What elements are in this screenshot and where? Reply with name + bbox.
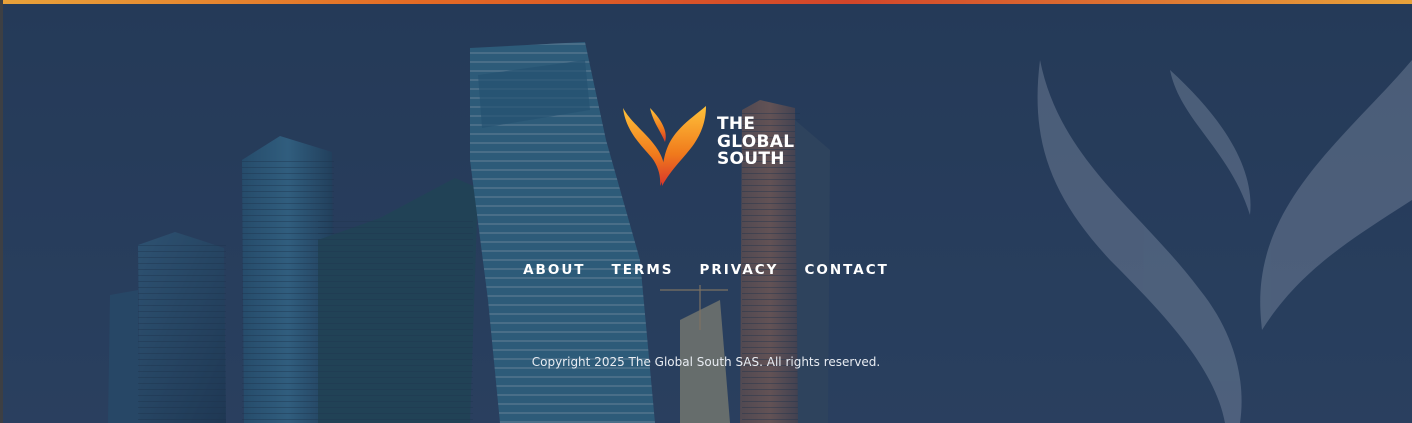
brand-logo[interactable]: THE GLOBAL SOUTH xyxy=(620,102,795,188)
top-accent-bar xyxy=(0,0,1412,4)
brand-line-3: SOUTH xyxy=(717,149,785,169)
left-border xyxy=(0,0,3,423)
copyright-text: Copyright 2025 The Global South SAS. All… xyxy=(531,355,881,369)
brand-line-1: THE xyxy=(717,114,756,134)
brand-name: THE GLOBAL SOUTH xyxy=(717,114,794,169)
nav-about-link[interactable]: ABOUT xyxy=(523,262,585,278)
nav-contact-link[interactable]: CONTACT xyxy=(804,262,888,278)
nav-terms-link[interactable]: TERMS xyxy=(612,262,674,278)
flame-wings-icon xyxy=(623,106,706,186)
nav-privacy-link[interactable]: PRIVACY xyxy=(699,262,778,278)
site-footer: THE GLOBAL SOUTH ABOUT TERMS PRIVACY CON… xyxy=(0,0,1412,423)
footer-nav: ABOUT TERMS PRIVACY CONTACT xyxy=(0,262,1412,278)
